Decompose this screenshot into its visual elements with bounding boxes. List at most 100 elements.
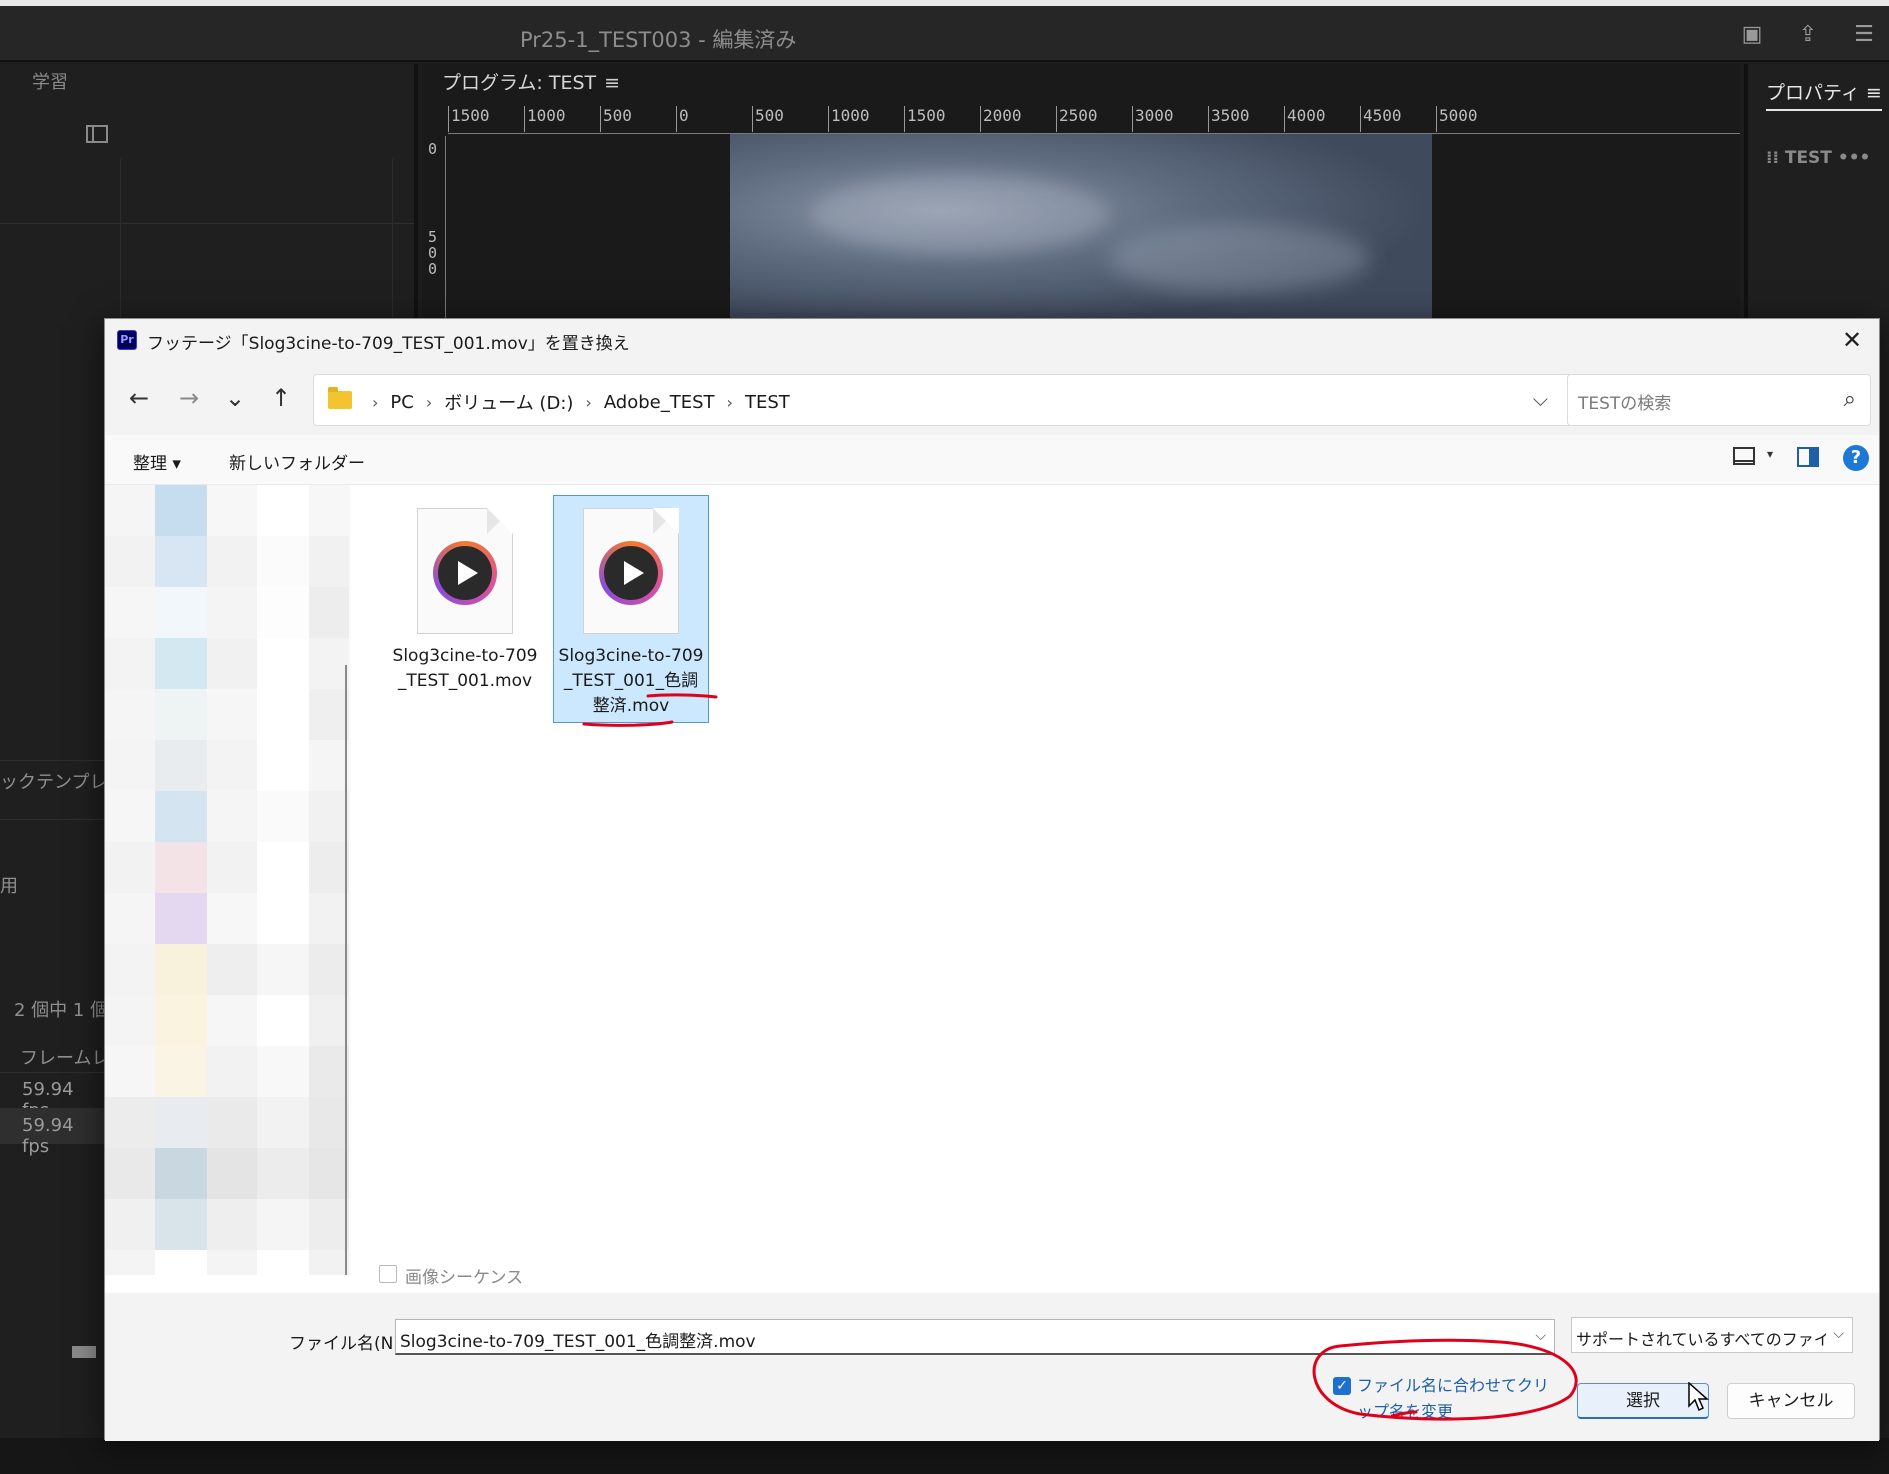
video-file-icon <box>583 508 679 634</box>
clip-icon: ⁞⁞ <box>1766 148 1779 168</box>
video-frame <box>730 134 1432 326</box>
table-row[interactable]: 59.94 fps <box>0 1108 106 1157</box>
recent-locations-icon[interactable]: ⌄ <box>219 383 251 415</box>
panel-toggle-icon[interactable] <box>86 125 108 143</box>
breadcrumb-item[interactable]: TEST <box>745 392 790 413</box>
ruler-tick-label: 1500 <box>448 106 490 132</box>
panel-menu-icon[interactable]: ≡ <box>1866 82 1882 104</box>
breadcrumb: › PC › ボリューム (D:) › Adobe_TEST › TEST <box>360 389 790 415</box>
rename-clip-label[interactable]: ファイル名に合わせてクリップ名を変更 <box>1357 1373 1557 1425</box>
filename-value: Slog3cine-to-709_TEST_001_色調整済.mov <box>400 1332 756 1352</box>
chevron-down-icon[interactable]: ⌵ <box>1833 1326 1844 1342</box>
back-arrow-icon[interactable]: ← <box>123 383 155 415</box>
mouse-cursor-icon <box>1688 1382 1709 1412</box>
more-icon[interactable]: ••• <box>1838 148 1871 168</box>
chevron-right-icon[interactable]: › <box>585 393 591 412</box>
organize-button[interactable]: 整理 ▾ <box>133 449 181 474</box>
chevron-right-icon[interactable]: › <box>372 393 378 412</box>
dialog-footer: ファイル名(N): Slog3cine-to-709_TEST_001_色調整済… <box>105 1293 1879 1441</box>
play-icon <box>433 541 497 605</box>
chevron-right-icon[interactable]: › <box>426 393 432 412</box>
file-item-selected[interactable]: Slog3cine-to-709_TEST_001_色調整済.mov <box>553 495 709 723</box>
premiere-title-icons: ▣ ⇪ ☰ <box>1739 22 1877 48</box>
ruler-tick-label: 5000 <box>1436 106 1478 132</box>
help-icon[interactable]: ? <box>1843 445 1869 471</box>
premiere-window-title: Pr25-1_TEST003 - 編集済み <box>520 28 797 52</box>
properties-tab-label: プロパティ <box>1766 82 1860 104</box>
ruler-tick-label: 4000 <box>1284 106 1326 132</box>
search-placeholder: TESTの検索 <box>1578 394 1672 414</box>
fps-value: 59.94 fps <box>22 1115 74 1157</box>
ruler-tick-label: 0 <box>676 106 689 132</box>
ruler-tick-label: 1500 <box>904 106 946 132</box>
use-label: 用 <box>0 876 18 897</box>
new-folder-button[interactable]: 新しいフォルダー <box>229 449 365 474</box>
chevron-down-icon[interactable]: ⌵ <box>1533 387 1548 411</box>
file-list: Slog3cine-to-709_TEST_001.mov Slog3cine-… <box>359 485 1879 1275</box>
file-item[interactable]: Slog3cine-to-709_TEST_001.mov <box>387 495 543 699</box>
breadcrumb-item[interactable]: ボリューム (D:) <box>444 389 573 415</box>
folder-icon <box>328 387 352 409</box>
horizontal-ruler: 1500 1000 500 0 500 1000 1500 2000 2500 3000 3500 4… <box>448 104 1740 134</box>
program-title-label: プログラム: TEST <box>442 72 597 94</box>
audio-meter-icon <box>72 1346 96 1358</box>
ruler-tick-label: 3500 <box>1208 106 1250 132</box>
ruler-tick-label: 3000 <box>1132 106 1174 132</box>
filename-input[interactable]: Slog3cine-to-709_TEST_001_色調整済.mov ⌵ <box>395 1319 1555 1355</box>
breadcrumb-item[interactable]: PC <box>390 392 413 413</box>
ruler-tick-label: 500 <box>752 106 784 132</box>
navigation-bar: ← → ⌄ ↑ › PC › ボリューム (D:) › Adobe_TEST › TEST ⌵… <box>105 361 1879 435</box>
ruler-tick-label: 500 <box>600 106 632 132</box>
navigation-pane[interactable] <box>105 485 351 1275</box>
ruler-tick-label: 1000 <box>524 106 566 132</box>
close-button[interactable]: ✕ <box>1835 323 1869 357</box>
program-monitor-title[interactable]: プログラム: TEST ≡ <box>442 68 620 95</box>
properties-tab[interactable]: プロパティ ≡ <box>1766 78 1882 111</box>
image-sequence-option: 画像シーケンス <box>375 1259 1875 1291</box>
template-label: ックテンプレ <box>0 772 108 793</box>
play-icon <box>599 541 663 605</box>
replace-footage-dialog: Pr フッテージ「Slog3cine-to-709_TEST_001.mov」を… <box>104 318 1880 1441</box>
learn-tab[interactable]: 学習 <box>32 68 68 94</box>
properties-clip: ⁞⁞ TEST ••• <box>1766 148 1870 168</box>
bottom-strip <box>0 1438 1889 1474</box>
forward-arrow-icon[interactable]: → <box>173 383 205 415</box>
dialog-title: フッテージ「Slog3cine-to-709_TEST_001.mov」を置き換… <box>147 334 630 354</box>
video-file-icon <box>417 508 513 634</box>
chevron-right-icon[interactable]: › <box>727 393 733 412</box>
filename-label: ファイル名(N): <box>289 1334 406 1354</box>
up-arrow-icon[interactable]: ↑ <box>265 383 297 415</box>
left-panel-header <box>0 114 414 224</box>
file-name: Slog3cine-to-709_TEST_001_色調整済.mov <box>558 646 704 716</box>
clip-name: TEST <box>1784 148 1832 168</box>
vruler-label: 0 <box>428 260 438 278</box>
search-icon[interactable]: ⌕ <box>1844 387 1856 412</box>
quick-export-icon[interactable]: ▣ <box>1739 22 1765 48</box>
preview-pane-icon[interactable] <box>1797 447 1819 467</box>
rename-clip-checkbox[interactable]: ✓ <box>1333 1377 1351 1395</box>
view-mode-icon[interactable] <box>1733 447 1755 465</box>
share-icon[interactable]: ⇪ <box>1795 22 1821 48</box>
ruler-tick-label: 2500 <box>1056 106 1098 132</box>
ruler-tick-label: 2000 <box>980 106 1022 132</box>
cancel-button[interactable]: キャンセル <box>1727 1383 1855 1419</box>
chevron-down-icon[interactable]: ⌵ <box>1535 1328 1546 1344</box>
item-count: 2 個中 1 個 <box>14 1000 109 1021</box>
workspace-icon[interactable]: ☰ <box>1851 22 1877 48</box>
breadcrumb-item[interactable]: Adobe_TEST <box>604 392 715 413</box>
blurred-navigation-tree <box>105 485 349 1275</box>
filetype-value: サポートされているすべてのファイル (* <box>1576 1330 1826 1349</box>
dialog-toolbar: 整理 ▾ 新しいフォルダー ▾ ? <box>105 435 1879 485</box>
image-sequence-checkbox[interactable] <box>379 1265 397 1283</box>
premiere-app-icon: Pr <box>117 330 137 350</box>
view-mode-dropdown-icon[interactable]: ▾ <box>1767 447 1773 461</box>
filetype-select[interactable]: サポートされているすべてのファイル (* ⌵ <box>1571 1317 1853 1353</box>
premiere-titlebar: Pr25-1_TEST003 - 編集済み ▣ ⇪ ☰ <box>0 6 1889 62</box>
ruler-tick-label: 4500 <box>1360 106 1402 132</box>
scrollbar[interactable] <box>345 665 347 1275</box>
search-input[interactable]: TESTの検索 ⌕ <box>1567 374 1871 426</box>
table-row[interactable]: 59.94 fps <box>0 1072 106 1121</box>
address-bar[interactable]: ›PC›ボリューム (D:)›Adobe_TEST›TEST ⌵ ⟳ <box>313 374 1627 426</box>
panel-menu-icon[interactable]: ≡ <box>604 72 620 94</box>
vertical-ruler: 0 5 0 0 <box>426 136 446 326</box>
